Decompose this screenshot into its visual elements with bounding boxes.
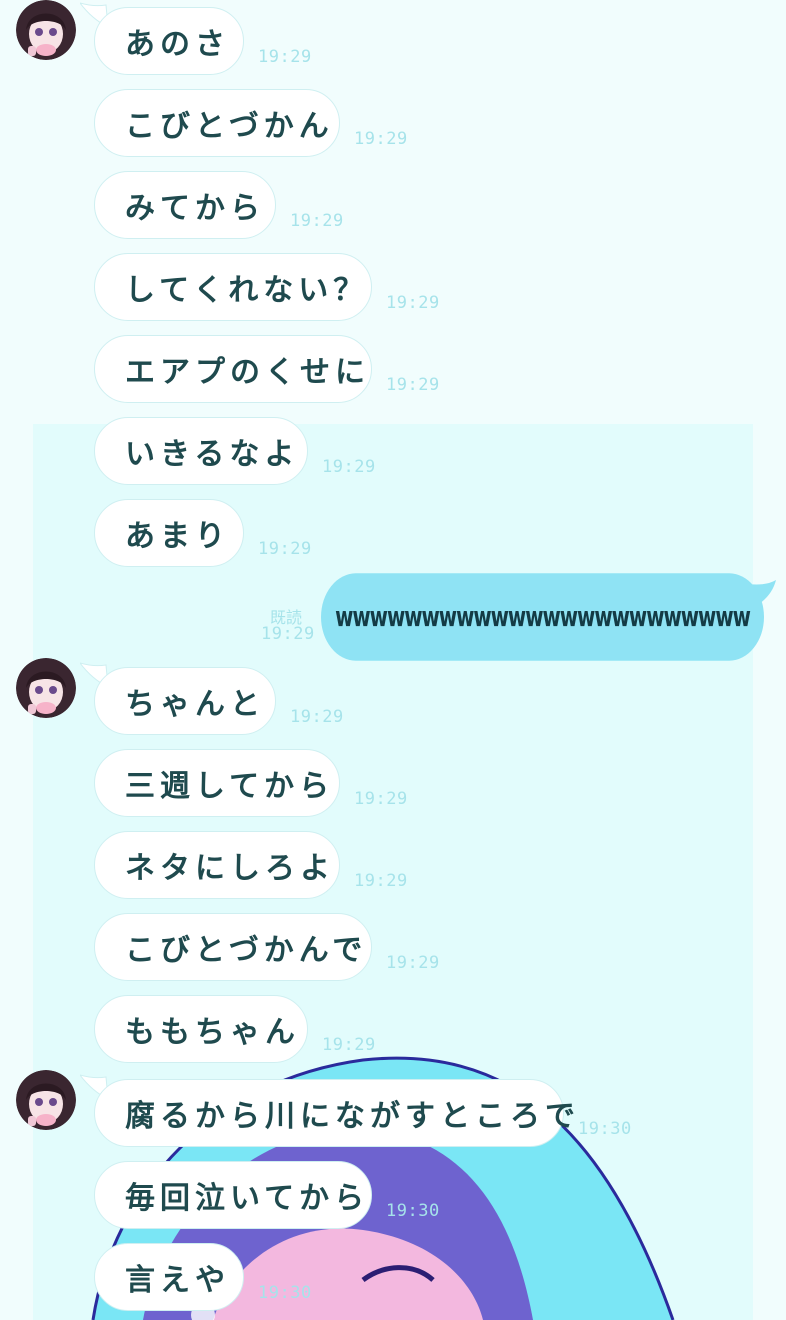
message-time: 19:29 — [322, 457, 376, 477]
message-bubble[interactable]: こびとづかん — [94, 89, 340, 157]
message-time: 19:29 — [354, 871, 408, 891]
girl-avatar-icon[interactable] — [16, 0, 76, 60]
message-bubble[interactable]: みてから — [94, 171, 276, 239]
message-text: 言えや — [125, 1263, 230, 1298]
received-message: ネタにしろよ — [94, 831, 340, 899]
message-text: こびとづかん — [125, 109, 334, 144]
received-message: こびとづかんで — [94, 913, 372, 981]
received-message: 三週してから — [94, 749, 340, 817]
message-text: 毎回泣いてから — [125, 1181, 370, 1216]
message-text: 腐るから川にながすところで — [125, 1099, 580, 1134]
message-text: ちゃんと — [125, 687, 265, 722]
received-message: あまり — [94, 499, 244, 567]
message-text: エアプのくせに — [125, 355, 370, 390]
message-bubble[interactable]: あのさ — [94, 7, 244, 75]
message-text: あまり — [125, 519, 230, 554]
message-bubble[interactable]: エアプのくせに — [94, 335, 372, 403]
message-bubble[interactable]: 言えや — [94, 1243, 244, 1311]
message-bubble[interactable]: ちゃんと — [94, 667, 276, 735]
received-message: 腐るから川にながすところで — [80, 1074, 575, 1147]
sent-message-text: wwwwwwwwwwwwwwwwwwwwwwww — [335, 601, 751, 633]
received-message: ちゃんと — [80, 662, 276, 735]
message-time: 19:29 — [258, 539, 312, 559]
received-message: みてから — [94, 171, 276, 239]
received-message: エアプのくせに — [94, 335, 372, 403]
message-text: 三週してから — [125, 769, 335, 804]
message-time: 19:29 — [258, 47, 312, 67]
message-text: あのさ — [125, 27, 230, 62]
message-bubble[interactable]: 三週してから — [94, 749, 340, 817]
message-time: 19:29 — [386, 953, 440, 973]
message-bubble[interactable]: ももちゃん — [94, 995, 308, 1063]
girl-avatar-icon[interactable] — [16, 1070, 76, 1130]
message-time: 19:29 — [354, 789, 408, 809]
message-text: ももちゃん — [125, 1015, 300, 1050]
message-bubble[interactable]: 腐るから川にながすところで — [94, 1079, 575, 1147]
message-time: 19:29 — [290, 707, 344, 727]
received-message: 毎回泣いてから — [94, 1161, 372, 1229]
message-time: 19:30 — [386, 1201, 440, 1221]
received-message: ももちゃん — [94, 995, 308, 1063]
message-time: 19:29 — [386, 293, 440, 313]
message-text: してくれない？ — [125, 273, 369, 308]
message-bubble[interactable]: 毎回泣いてから — [94, 1161, 372, 1229]
message-time: 19:29 — [322, 1035, 376, 1055]
message-bubble[interactable]: いきるなよ — [94, 417, 308, 485]
message-text: こびとづかんで — [125, 933, 368, 968]
sent-message-time: 19:29 — [261, 624, 315, 644]
message-time: 19:30 — [578, 1119, 632, 1139]
received-message: こびとづかん — [94, 89, 340, 157]
message-time: 19:29 — [386, 375, 440, 395]
received-message: してくれない？ — [94, 253, 372, 321]
message-text: いきるなよ — [125, 437, 300, 472]
sent-message-bubble[interactable]: wwwwwwwwwwwwwwwwwwwwwwww — [321, 573, 764, 661]
received-message: 言えや — [94, 1243, 244, 1311]
message-time: 19:30 — [258, 1283, 312, 1303]
message-text: みてから — [125, 191, 265, 226]
message-time: 19:29 — [290, 211, 344, 231]
message-bubble[interactable]: してくれない？ — [94, 253, 372, 321]
girl-avatar-icon[interactable] — [16, 658, 76, 718]
message-time: 19:29 — [354, 129, 408, 149]
message-bubble[interactable]: ネタにしろよ — [94, 831, 340, 899]
received-message: いきるなよ — [94, 417, 308, 485]
message-bubble[interactable]: あまり — [94, 499, 244, 567]
received-message: あのさ — [80, 2, 244, 75]
message-text: ネタにしろよ — [125, 851, 335, 886]
message-bubble[interactable]: こびとづかんで — [94, 913, 372, 981]
